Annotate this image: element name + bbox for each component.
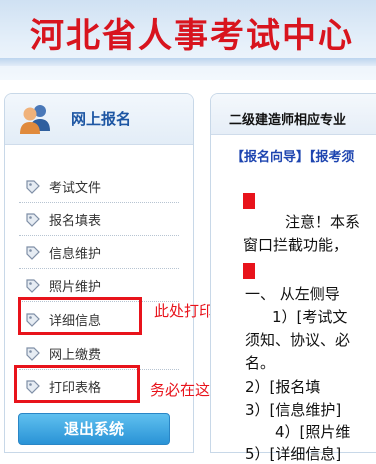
sidebar-header: 网上报名 [5,94,193,145]
notice-line: 1）[考试文 [272,308,348,326]
users-icon [20,105,50,134]
tag-icon [26,246,40,260]
red-marker [243,193,255,209]
sidebar-item-info-maintenance[interactable]: 信息维护 [19,240,179,269]
sidebar-item-label: 信息维护 [49,247,102,262]
notice-line: 窗口拦截功能， [243,236,349,254]
highlight-box-print [14,365,140,403]
divider [19,202,179,203]
sidebar-item-label: 考试文件 [49,181,102,196]
site-title: 河北省人事考试中心 [30,16,354,56]
site-header: 河北省人事考试中心 [0,0,376,80]
header-stripe [0,58,376,66]
tag-icon [26,180,40,194]
red-marker [243,263,255,279]
divider [19,235,179,236]
page-title: 二级建造师相应专业 [229,113,347,128]
tag-icon [26,279,40,293]
highlight-box-details [18,297,142,335]
tag-icon [26,213,40,227]
notice-line: 3）[信息维护] [245,401,342,419]
notice-line: 4）[照片维 [275,423,351,441]
logout-button[interactable]: 退出系统 [18,413,170,445]
sidebar-item-registration-form[interactable]: 报名填表 [19,207,179,236]
guide-tabs[interactable]: 【报名向导】【报考须 [231,146,355,165]
notice-line: 2）[报名填 [245,378,321,396]
main-header: 二级建造师相应专业 [211,94,376,135]
sidebar-item-online-payment[interactable]: 网上缴费 [19,341,179,370]
sidebar-item-label: 网上缴费 [49,348,102,363]
tag-icon [26,347,40,361]
notice-line: 5）[详细信息] [245,445,342,463]
sidebar-item-label: 报名填表 [49,214,102,229]
sidebar-item-exam-files[interactable]: 考试文件 [19,174,179,203]
notice-line: 名。 [245,354,276,372]
notice-line: 注意！本系 [285,213,361,231]
sidebar-item-photo-maintenance[interactable]: 照片维护 [19,273,179,302]
notice-line: 须知、协议、必 [245,331,351,349]
sidebar-title: 网上报名 [71,110,132,128]
sidebar-item-label: 照片维护 [49,280,102,295]
notice-line: 一、 从左侧导 [245,285,340,303]
divider [19,268,179,269]
